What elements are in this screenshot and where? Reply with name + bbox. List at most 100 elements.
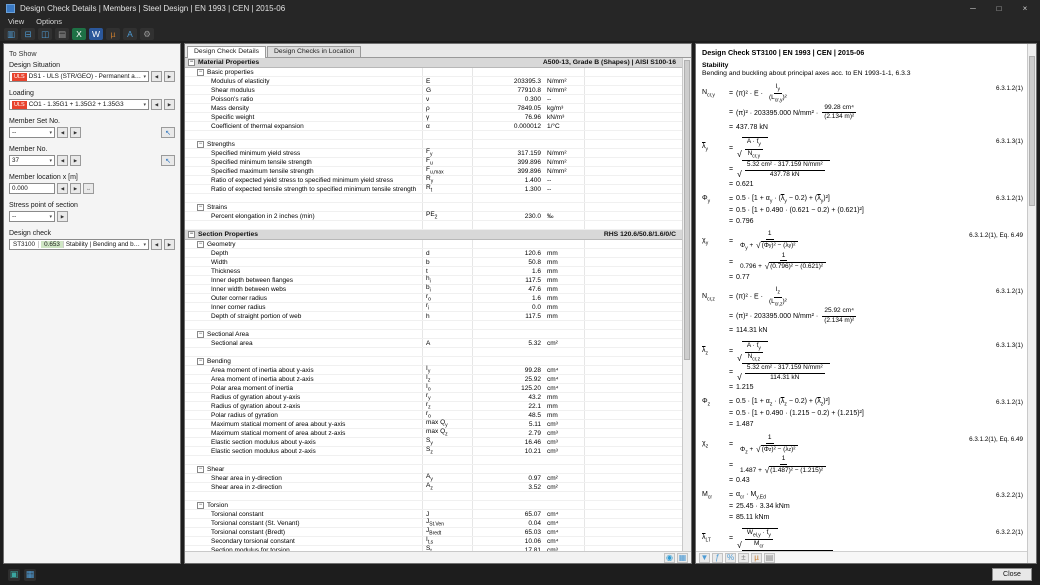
collapse-icon[interactable]: − (188, 231, 195, 238)
section-header[interactable]: −Material PropertiesA500-13, Grade B (Sh… (185, 58, 682, 68)
location-range-button[interactable]: ↔ (83, 183, 94, 194)
group-header[interactable]: −Shear (185, 465, 682, 474)
collapse-icon[interactable]: − (197, 241, 204, 248)
prev-design-check-button[interactable]: ◀ (151, 239, 162, 250)
row-unit: cm² (543, 339, 585, 347)
scrollbar-thumb[interactable] (684, 60, 690, 360)
print-formula-icon[interactable]: ▤ (764, 553, 775, 563)
collapse-icon[interactable]: − (197, 204, 204, 211)
member-no-select[interactable]: 37 ▾ (9, 155, 55, 166)
next-design-situation-button[interactable]: ▶ (164, 71, 175, 82)
vertical-scrollbar[interactable] (682, 58, 691, 551)
table-settings-icon[interactable]: ▦ (677, 553, 688, 563)
percent-icon[interactable]: % (725, 553, 736, 563)
group-header[interactable]: −Sectional Area (185, 330, 682, 339)
units-globe-icon[interactable]: ◉ (664, 553, 675, 563)
menubar: View Options (0, 16, 1040, 27)
titlebar: Design Check Details | Members | Steel D… (0, 0, 1040, 16)
next-loading-button[interactable]: ▶ (164, 99, 175, 110)
scrollbar-thumb[interactable] (1029, 56, 1035, 206)
navigation-panel-icon[interactable]: ◫ (38, 28, 52, 40)
row-unit (543, 357, 585, 365)
next-member-set-button[interactable]: ▶ (70, 127, 81, 138)
maximize-button[interactable]: □ (986, 0, 1012, 16)
formula-references-icon[interactable]: ƒ (712, 553, 723, 563)
units-icon[interactable]: µ (106, 28, 120, 40)
row-filler (585, 86, 682, 94)
formula-expression: √A · fyNcr,y (736, 137, 769, 159)
group-header[interactable]: −Bending (185, 357, 682, 366)
row-symbol (423, 203, 473, 211)
word-export-icon[interactable]: W (89, 28, 103, 40)
prev-location-button[interactable]: ◀ (57, 183, 68, 194)
close-window-button[interactable]: × (1012, 0, 1038, 16)
tree-collapse-icon[interactable]: ⊟ (21, 28, 35, 40)
select-member-graphically-button[interactable]: ↖ (161, 155, 175, 166)
collapse-icon[interactable]: − (197, 331, 204, 338)
minimize-button[interactable]: ─ (960, 0, 986, 16)
formula-expression: 0.5 · [1 + αz · (λz − 0.2) + (λz)²] (736, 398, 830, 407)
prev-member-set-button[interactable]: ◀ (57, 127, 68, 138)
row-symbol: max Qz (423, 429, 473, 437)
design-check-id: ST3100 (12, 241, 39, 248)
next-stress-point-button[interactable]: ▶ (57, 211, 68, 222)
prev-design-situation-button[interactable]: ◀ (151, 71, 162, 82)
member-location-value: 0.000 (12, 185, 52, 192)
show-all-icon[interactable]: ▥ (4, 28, 18, 40)
collapse-icon[interactable]: − (197, 69, 204, 76)
printer-icon[interactable]: ▤ (55, 28, 69, 40)
next-location-button[interactable]: ▶ (70, 183, 81, 194)
loading-select[interactable]: ULS CO1 - 1.35G1 + 1.35G2 + 1.35G3 ▾ (9, 99, 149, 110)
font-size-icon[interactable]: A (123, 28, 137, 40)
menu-view[interactable]: View (8, 17, 24, 26)
group-header[interactable]: −Torsion (185, 501, 682, 510)
language-icon[interactable]: ▣ (8, 569, 20, 581)
formula-expression: (π)² · 203395.000 N/mm² · 99.28 cm⁴(2.13… (736, 105, 858, 122)
decimal-places-icon[interactable]: ± (738, 553, 749, 563)
group-header[interactable]: −Strengths (185, 140, 682, 149)
tab-design-check-details[interactable]: Design Check Details (187, 46, 266, 58)
group-header[interactable]: −Geometry (185, 240, 682, 249)
row-symbol (423, 348, 473, 356)
close-dialog-button[interactable]: Close (992, 568, 1032, 581)
row-symbol: ro (423, 294, 473, 302)
row-unit: mm (543, 411, 585, 419)
tab-design-checks-in-location[interactable]: Design Checks in Location (267, 46, 361, 57)
collapse-icon[interactable]: − (188, 59, 195, 66)
prev-loading-button[interactable]: ◀ (151, 99, 162, 110)
row-value: 399.896 (473, 167, 543, 175)
table-row: Area moment of inertia about y-axisIy99.… (185, 366, 682, 375)
design-situation-select[interactable]: ULS DS1 - ULS (STR/GEO) - Permanent and … (9, 71, 149, 82)
row-symbol: JSt.Ven (423, 519, 473, 527)
collapse-icon[interactable]: − (197, 502, 204, 509)
stress-point-select[interactable]: -- ▾ (9, 211, 55, 222)
filter-checks-icon[interactable]: ▼ (699, 553, 710, 563)
next-member-button[interactable]: ▶ (70, 155, 81, 166)
design-check-select[interactable]: ST3100 0.653 Stability | Bending and bu.… (9, 239, 149, 250)
member-location-input[interactable]: 0.000 (9, 183, 55, 194)
collapse-icon[interactable]: − (197, 358, 204, 365)
group-header[interactable]: −Basic properties (185, 68, 682, 77)
formula-expression: 114.31 kN (736, 327, 767, 334)
formula-expression: 11.487 + √(1.487)² − (1.215)² (736, 456, 831, 475)
member-set-select[interactable]: -- ▾ (9, 127, 55, 138)
menu-options[interactable]: Options (36, 17, 62, 26)
vertical-scrollbar[interactable] (1027, 44, 1036, 563)
collapse-icon[interactable]: − (197, 466, 204, 473)
row-symbol: t (423, 267, 473, 275)
next-design-check-button[interactable]: ▶ (164, 239, 175, 250)
row-filler (585, 212, 682, 220)
settings-icon[interactable]: ⚙ (140, 28, 154, 40)
row-label: −Geometry (185, 240, 423, 248)
units-settings-icon[interactable]: µ (751, 553, 762, 563)
keyboard-icon[interactable]: ▦ (24, 569, 36, 581)
design-check-label: Design check (9, 230, 175, 237)
section-header[interactable]: −Section PropertiesRHS 120.6/50.8/1.6/0/… (185, 230, 682, 240)
row-label: Shear area in z-direction (185, 483, 423, 491)
row-symbol: rz (423, 402, 473, 410)
row-filler (585, 357, 682, 365)
select-member-set-graphically-button[interactable]: ↖ (161, 127, 175, 138)
excel-export-icon[interactable]: X (72, 28, 86, 40)
prev-member-button[interactable]: ◀ (57, 155, 68, 166)
collapse-icon[interactable]: − (197, 141, 204, 148)
